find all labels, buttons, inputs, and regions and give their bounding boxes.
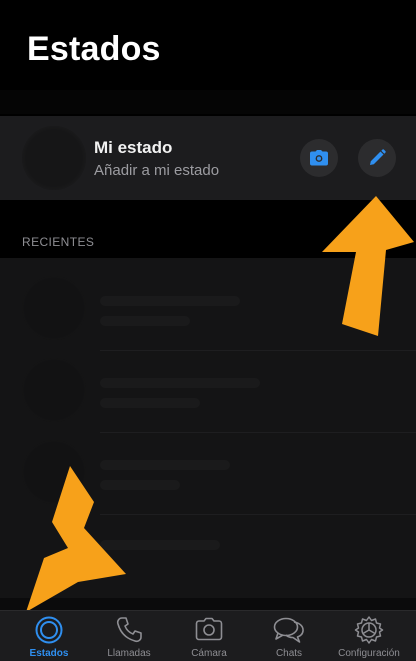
divider [100,432,416,433]
tab-estados[interactable]: Estados [7,615,91,659]
gear-icon [354,616,384,644]
highlight-arrow-up [322,196,414,336]
tab-label: Llamadas [107,648,151,659]
camera-status-button[interactable] [300,139,338,177]
status-ring-icon [35,616,63,644]
tab-label: Chats [275,648,303,659]
highlight-arrow-down [26,466,126,612]
list-item-placeholder [100,296,240,306]
pencil-icon [370,149,386,165]
chat-bubbles-icon [273,617,304,643]
camera-icon [310,150,328,166]
my-status-subtitle: Añadir a mi estado [94,162,220,179]
page-title: Estados [27,30,161,68]
tab-label: Cámara [191,648,227,659]
list-item-avatar[interactable] [22,358,86,422]
my-status-row[interactable]: Mi estado Añadir a mi estado [0,116,416,200]
list-item-placeholder [100,316,190,326]
tab-label: Estados [29,648,69,659]
divider [100,350,416,351]
tab-configuracion[interactable]: Configuración [327,615,411,659]
avatar[interactable] [22,126,86,190]
tab-bar: Estados Llamadas Cámara Chats Configurac… [0,610,416,661]
section-label-recent: RECIENTES [22,235,95,249]
divider [100,514,416,515]
list-item-avatar[interactable] [22,276,86,340]
tab-camara[interactable]: Cámara [167,615,251,659]
list-item-placeholder [100,398,200,408]
tab-llamadas[interactable]: Llamadas [87,615,171,659]
phone-icon [116,617,142,643]
list-item-placeholder [100,378,260,388]
tab-label: Configuración [338,648,400,659]
my-status-name: Mi estado [94,138,173,157]
header-divider [0,90,416,114]
text-status-button[interactable] [358,139,396,177]
tab-chats[interactable]: Chats [247,615,331,659]
camera-icon [195,617,223,641]
